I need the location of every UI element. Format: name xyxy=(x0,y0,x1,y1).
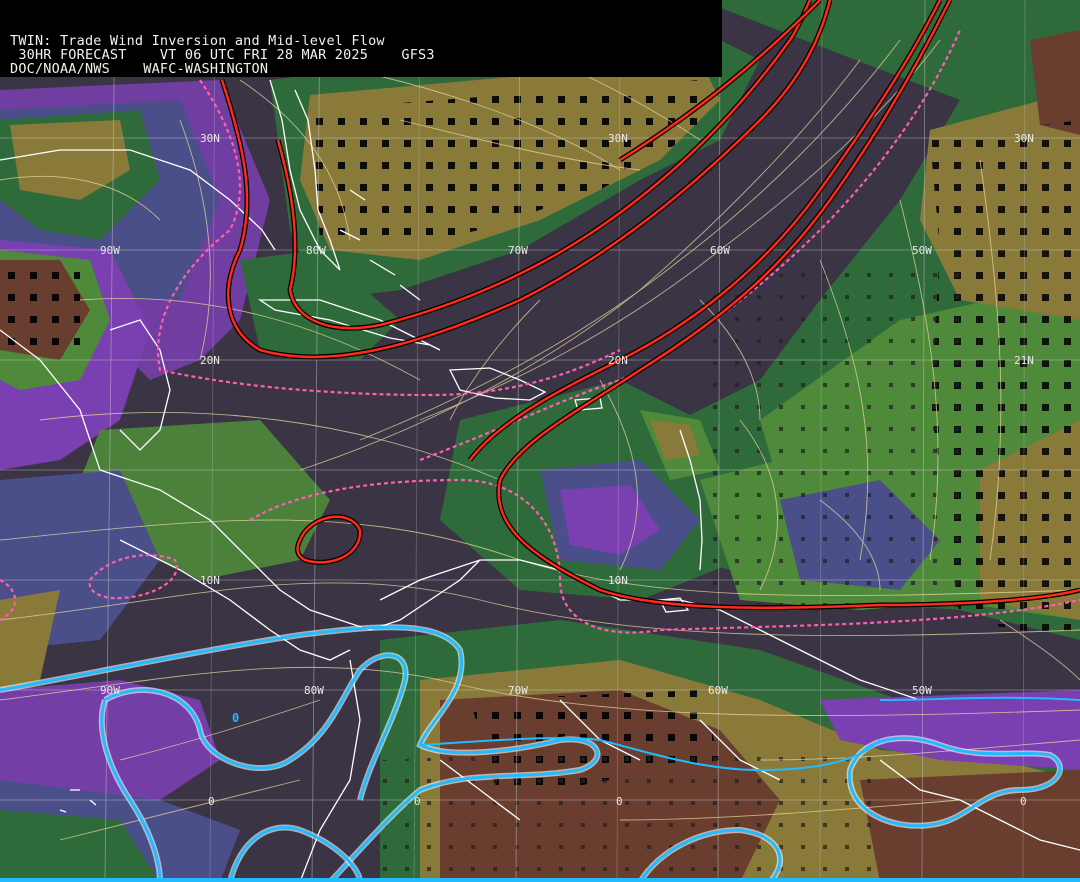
lon-label-top-50w: 50W xyxy=(912,244,932,257)
lon-label-top-80w: 80W xyxy=(306,244,326,257)
zero-label-brazil: 0 xyxy=(616,795,623,808)
lon-label-top-60w: 60W xyxy=(710,244,730,257)
lat-label-30n-center: 30N xyxy=(608,132,628,145)
map-canvas: 30N 30N 30N 20N 20N 21N 10N 10N 90W 80W … xyxy=(0,0,1080,882)
lon-label-top-70w: 70W xyxy=(508,244,528,257)
lat-label-21n-east: 21N xyxy=(1014,354,1034,367)
stipple-south-sparse xyxy=(380,740,880,882)
product-title: TWIN: Trade Wind Inversion and Mid-level… xyxy=(10,33,385,49)
zero-label-sw: 0 xyxy=(208,795,215,808)
zero-label-pacific: 0 xyxy=(232,711,239,725)
lon-label-bottom-50w: 50W xyxy=(912,684,932,697)
stipple-west xyxy=(0,270,80,360)
issuing-agency: DOC/NOAA/NWS WAFC-WASHINGTON xyxy=(10,61,269,77)
lon-label-bottom-90w: 90W xyxy=(100,684,120,697)
zero-label-east: 0 xyxy=(1020,795,1027,808)
lon-label-bottom-70w: 70W xyxy=(508,684,528,697)
forecast-valid-time: 30HR FORECAST VT 06 UTC FRI 28 MAR 2025 … xyxy=(10,47,435,63)
weather-map: 30N 30N 30N 20N 20N 21N 10N 10N 90W 80W … xyxy=(0,0,1080,882)
stipple-east-small xyxy=(700,260,960,620)
lat-label-10n-west: 10N xyxy=(200,574,220,587)
map-header: TWIN: Trade Wind Inversion and Mid-level… xyxy=(0,0,722,77)
lat-label-20n-center: 20N xyxy=(608,354,628,367)
lat-label-30n-east: 30N xyxy=(1014,132,1034,145)
lon-label-bottom-60w: 60W xyxy=(708,684,728,697)
lat-label-10n-center: 10N xyxy=(608,574,628,587)
lat-label-30n-west: 30N xyxy=(200,132,220,145)
bottom-frame xyxy=(0,878,1080,882)
lon-label-bottom-80w: 80W xyxy=(304,684,324,697)
lon-label-top-90w: 90W xyxy=(100,244,120,257)
lat-label-20n-west: 20N xyxy=(200,354,220,367)
zero-label-south: 0 xyxy=(414,795,421,808)
